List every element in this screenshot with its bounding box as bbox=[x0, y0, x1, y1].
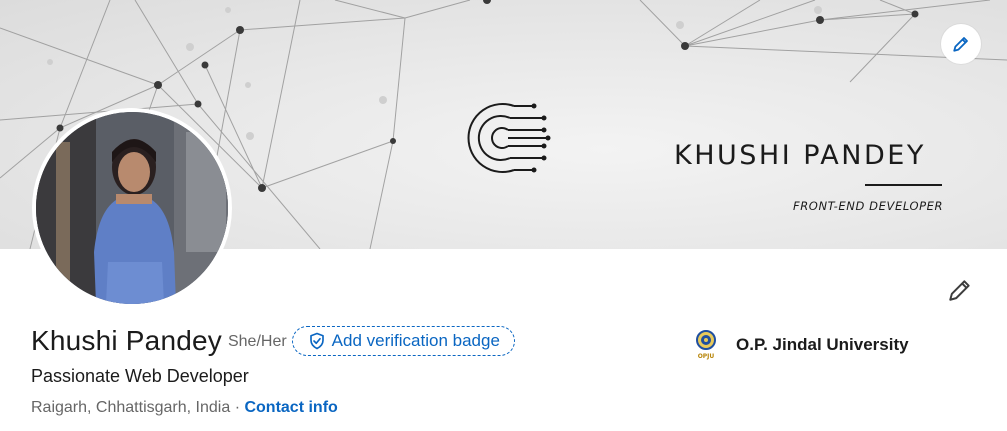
profile-headline: Passionate Web Developer bbox=[31, 366, 249, 386]
pronouns: She/Her bbox=[227, 333, 287, 350]
location-separator: · bbox=[234, 399, 245, 416]
pencil-icon bbox=[949, 280, 970, 301]
profile-photo[interactable] bbox=[32, 108, 232, 308]
gear-logo-icon bbox=[467, 103, 551, 173]
edit-banner-button[interactable] bbox=[941, 24, 981, 64]
profile-name: Khushi Pandey bbox=[31, 325, 222, 356]
banner-subtitle: FRONT-END DEVELOPER bbox=[793, 199, 944, 213]
name-row: Khushi Pandey She/Her Add verification b… bbox=[31, 325, 515, 357]
add-verification-badge-button[interactable]: Add verification badge bbox=[291, 326, 515, 356]
university-logo-text: OPJU bbox=[698, 353, 715, 360]
avatar-photo-image bbox=[36, 112, 228, 304]
pencil-icon bbox=[953, 37, 968, 52]
banner-title: KHUSHI PANDEY bbox=[674, 140, 926, 171]
edit-intro-button[interactable] bbox=[940, 270, 980, 310]
contact-info-link[interactable]: Contact info bbox=[244, 399, 337, 416]
location-row: Raigarh, Chhattisgarh, India · Contact i… bbox=[31, 399, 338, 417]
university-logo-icon: OPJU bbox=[696, 330, 716, 360]
verification-badge-label: Add verification badge bbox=[331, 331, 500, 350]
banner-divider bbox=[865, 184, 942, 186]
location-text: Raigarh, Chhattisgarh, India bbox=[31, 399, 231, 416]
profile-card: KHUSHI PANDEY FRONT-END DEVELOPER Khushi… bbox=[0, 0, 1007, 431]
shield-check-icon bbox=[308, 332, 326, 350]
university-name: O.P. Jindal University bbox=[736, 335, 909, 354]
education-entry[interactable]: OPJU O.P. Jindal University bbox=[694, 329, 909, 361]
